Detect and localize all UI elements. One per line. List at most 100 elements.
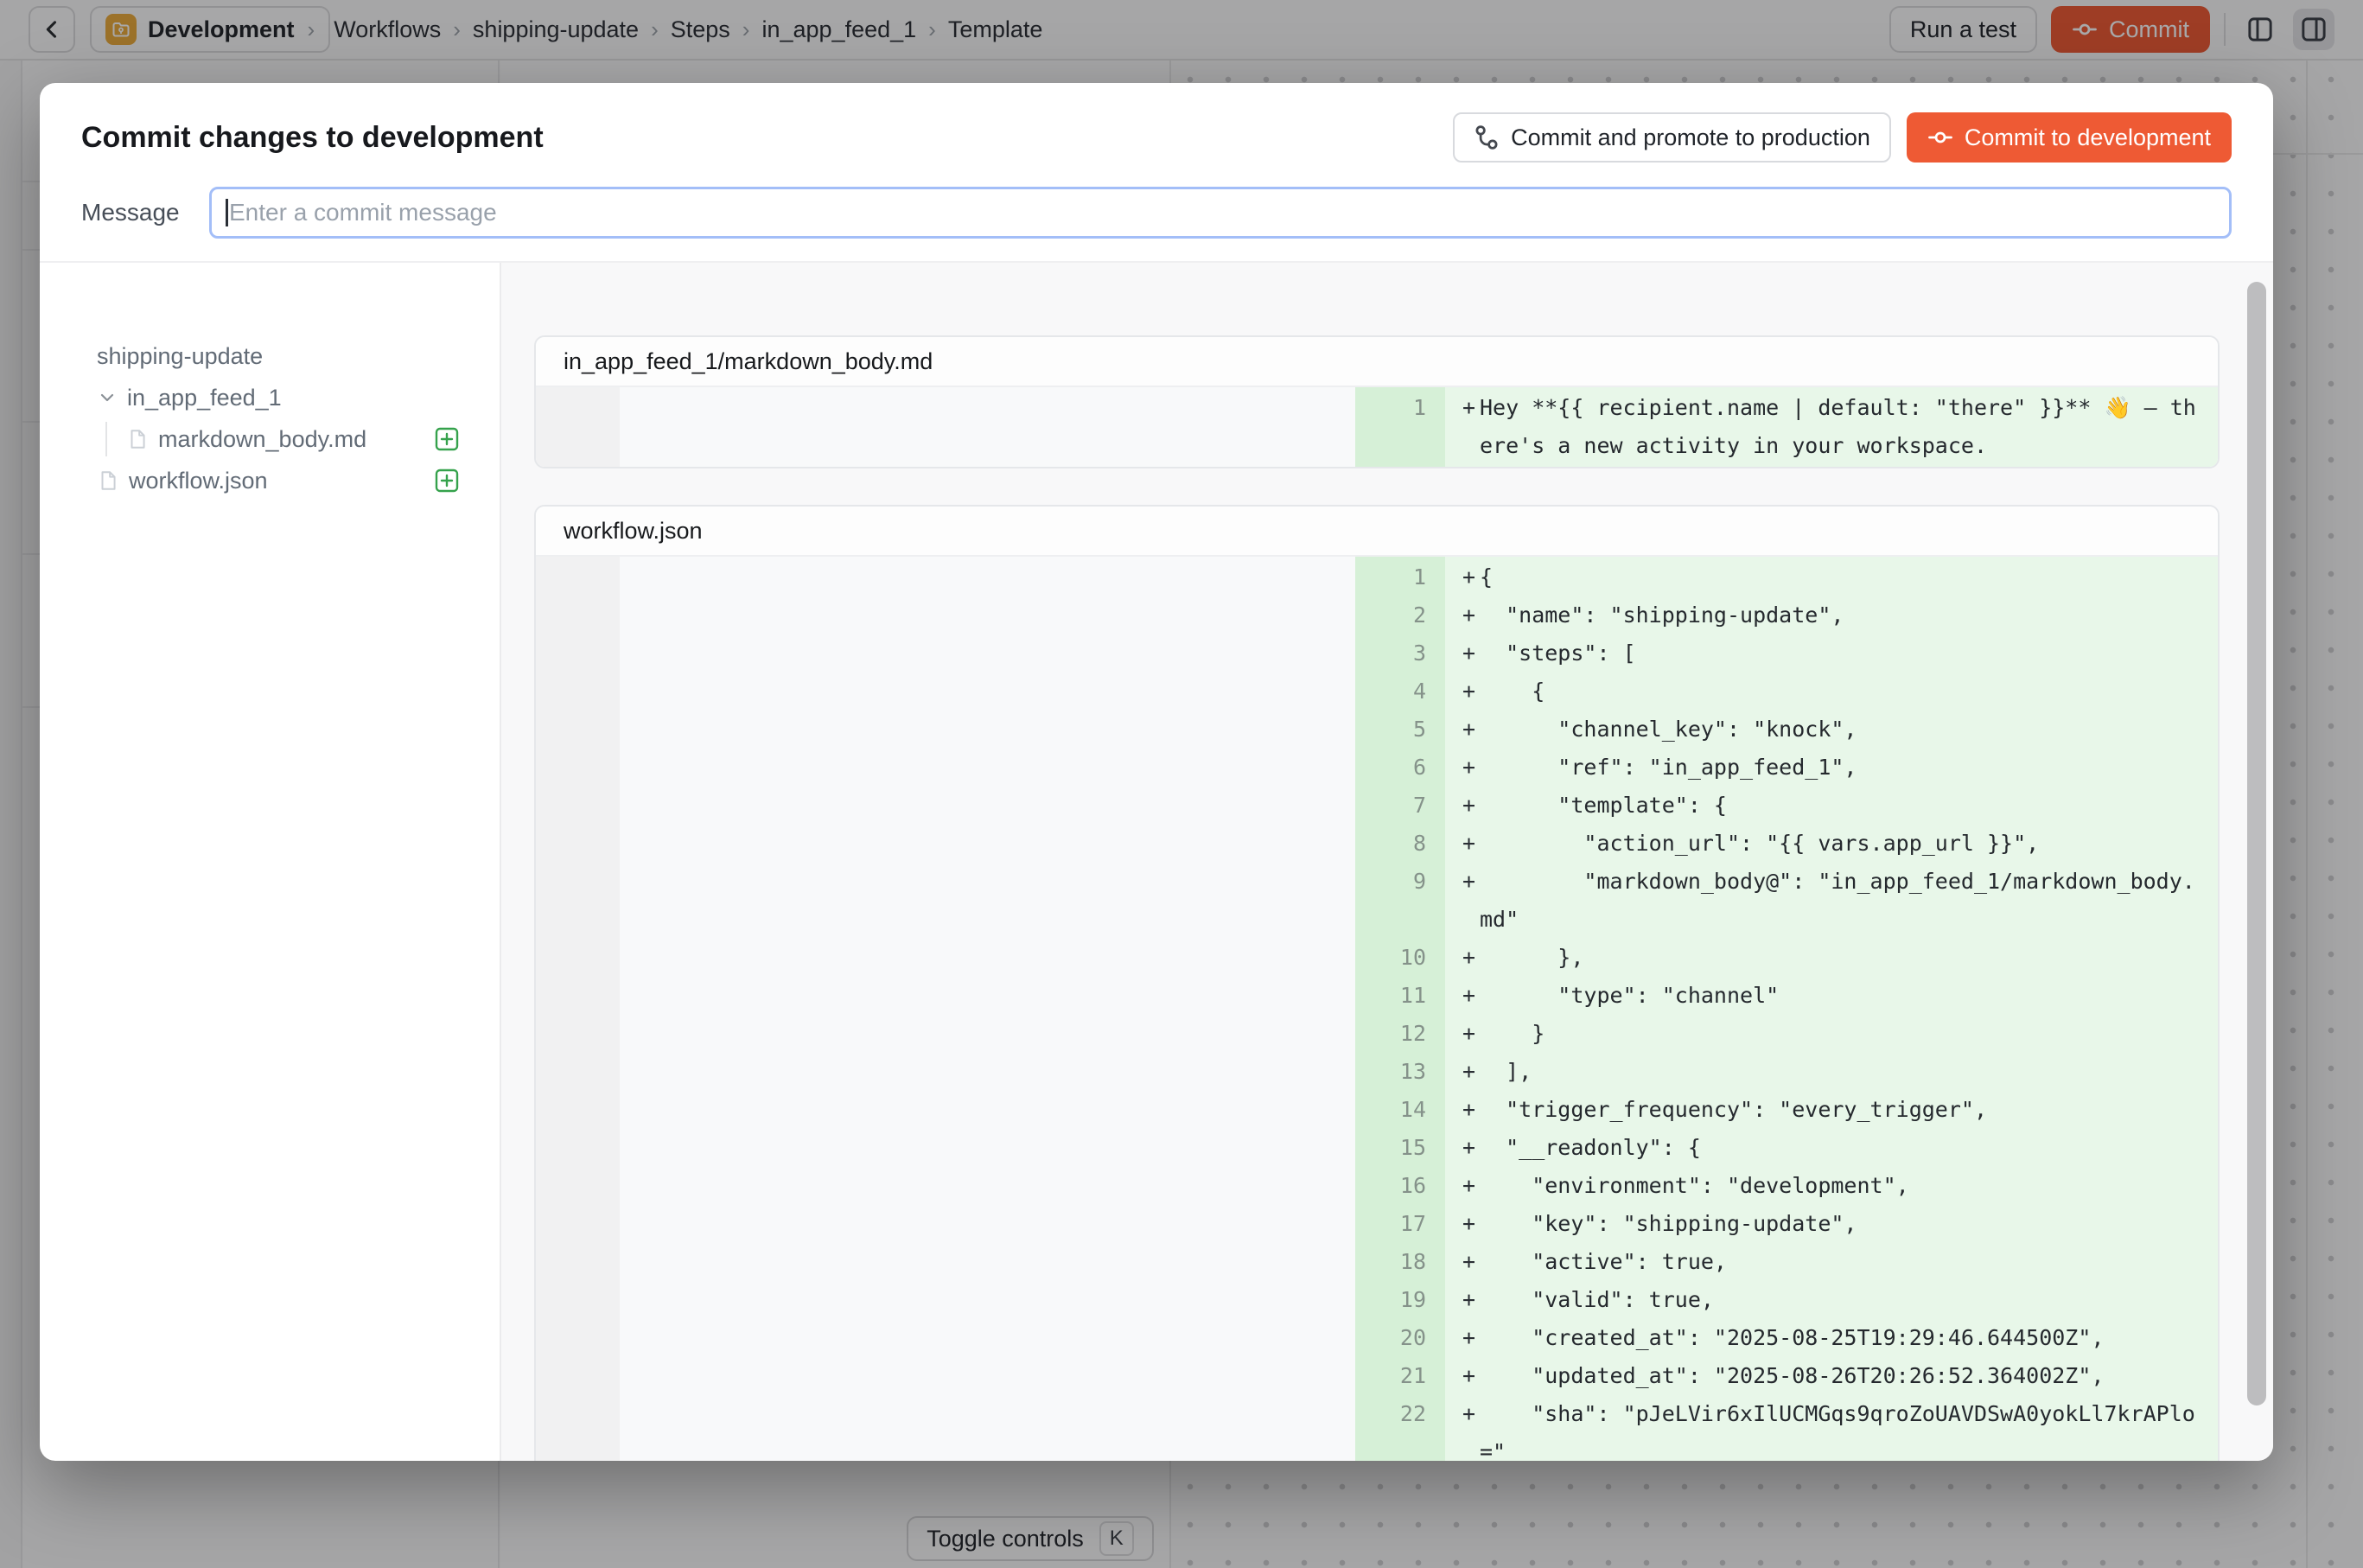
code-text: Hey **{{ recipient.name | default: "ther… <box>1480 389 2218 465</box>
chevron-down-icon <box>97 387 118 408</box>
diff-card-workflow-json: workflow.json 1+{2+ "name": "shipping-up… <box>534 505 2220 1461</box>
added-file-badge[interactable] <box>434 468 460 494</box>
added-marker: + <box>1445 1167 1480 1205</box>
commit-dialog-body: shipping-update in_app_feed_1 markdown_b… <box>40 263 2273 1461</box>
diff-added-line: 2+ "name": "shipping-update", <box>1355 596 2218 634</box>
code-text: { <box>1480 558 2218 596</box>
diff-added-line: 4+ { <box>1355 672 2218 711</box>
code-text: "trigger_frequency": "every_trigger", <box>1480 1091 2218 1129</box>
plus-square-icon <box>434 426 460 452</box>
diff-added-line: 10+ }, <box>1355 939 2218 977</box>
added-marker: + <box>1445 749 1480 787</box>
added-marker: + <box>1445 1319 1480 1357</box>
tree-item-workflow-root[interactable]: shipping-update <box>97 335 460 377</box>
tree-item-workflow-json[interactable]: workflow.json <box>97 460 460 501</box>
diff-added-line: 6+ "ref": "in_app_feed_1", <box>1355 749 2218 787</box>
diff-added-line: 13+ ], <box>1355 1053 2218 1091</box>
diff-added-column: 1+{2+ "name": "shipping-update",3+ "step… <box>1355 557 2218 1461</box>
message-label: Message <box>81 199 209 226</box>
added-marker: + <box>1445 634 1480 672</box>
line-number: 9 <box>1355 863 1445 939</box>
changed-files-tree: shipping-update in_app_feed_1 markdown_b… <box>40 263 500 1461</box>
diff-old-column <box>536 557 1355 1461</box>
diff-added-line: 18+ "active": true, <box>1355 1243 2218 1281</box>
diff-added-line: 1+Hey **{{ recipient.name | default: "th… <box>1355 389 2218 465</box>
diff-added-line: 21+ "updated_at": "2025-08-26T20:26:52.3… <box>1355 1357 2218 1395</box>
diff-added-line: 22+ "sha": "pJeLVir6xIlUCMGqs9qroZoUAVDS… <box>1355 1395 2218 1461</box>
diff-old-column <box>536 387 1355 467</box>
diff-added-line: 15+ "__readonly": { <box>1355 1129 2218 1167</box>
tree-item-markdown-file[interactable]: markdown_body.md <box>97 418 460 460</box>
added-marker: + <box>1445 389 1480 465</box>
line-number: 18 <box>1355 1243 1445 1281</box>
added-marker: + <box>1445 711 1480 749</box>
diff-pane: in_app_feed_1/markdown_body.md 1+Hey **{… <box>501 263 2273 1461</box>
code-text: "channel_key": "knock", <box>1480 711 2218 749</box>
code-text: ], <box>1480 1053 2218 1091</box>
diff-card-markdown: in_app_feed_1/markdown_body.md 1+Hey **{… <box>534 335 2220 468</box>
dialog-title: Commit changes to development <box>81 121 544 155</box>
line-number: 2 <box>1355 596 1445 634</box>
line-number: 19 <box>1355 1281 1445 1319</box>
commit-dialog-header: Commit changes to development Commit and… <box>40 83 2273 261</box>
code-text: } <box>1480 1015 2218 1053</box>
added-marker: + <box>1445 825 1480 863</box>
code-text: "type": "channel" <box>1480 977 2218 1015</box>
line-number: 15 <box>1355 1129 1445 1167</box>
added-marker: + <box>1445 1205 1480 1243</box>
diff-added-line: 8+ "action_url": "{{ vars.app_url }}", <box>1355 825 2218 863</box>
added-marker: + <box>1445 863 1480 939</box>
plus-square-icon <box>434 468 460 494</box>
line-number: 3 <box>1355 634 1445 672</box>
code-text: "valid": true, <box>1480 1281 2218 1319</box>
line-number: 6 <box>1355 749 1445 787</box>
added-marker: + <box>1445 1281 1480 1319</box>
line-number: 11 <box>1355 977 1445 1015</box>
tree-item-step-folder[interactable]: in_app_feed_1 <box>97 377 460 418</box>
text-caret <box>226 199 228 226</box>
diff-added-line: 3+ "steps": [ <box>1355 634 2218 672</box>
line-number: 10 <box>1355 939 1445 977</box>
promote-icon <box>1474 124 1500 150</box>
added-marker: + <box>1445 672 1480 711</box>
code-text: "steps": [ <box>1480 634 2218 672</box>
added-marker: + <box>1445 596 1480 634</box>
line-number: 14 <box>1355 1091 1445 1129</box>
added-marker: + <box>1445 1129 1480 1167</box>
diff-added-line: 12+ } <box>1355 1015 2218 1053</box>
line-number: 17 <box>1355 1205 1445 1243</box>
scrollbar-thumb[interactable] <box>2247 282 2266 1405</box>
added-marker: + <box>1445 977 1480 1015</box>
added-file-badge[interactable] <box>434 426 460 452</box>
code-text: "key": "shipping-update", <box>1480 1205 2218 1243</box>
added-marker: + <box>1445 1015 1480 1053</box>
line-number: 8 <box>1355 825 1445 863</box>
code-text: "environment": "development", <box>1480 1167 2218 1205</box>
file-icon <box>126 428 149 450</box>
line-number: 1 <box>1355 389 1445 465</box>
added-marker: + <box>1445 558 1480 596</box>
diff-added-line: 17+ "key": "shipping-update", <box>1355 1205 2218 1243</box>
code-text: { <box>1480 672 2218 711</box>
code-text: "name": "shipping-update", <box>1480 596 2218 634</box>
tree-guide-line <box>105 422 107 456</box>
code-text: "sha": "pJeLVir6xIlUCMGqs9qroZoUAVDSwA0y… <box>1480 1395 2218 1461</box>
line-number: 22 <box>1355 1395 1445 1461</box>
commit-and-promote-button[interactable]: Commit and promote to production <box>1453 112 1891 163</box>
code-text: "markdown_body@": "in_app_feed_1/markdow… <box>1480 863 2218 939</box>
added-marker: + <box>1445 1091 1480 1129</box>
added-marker: + <box>1445 939 1480 977</box>
line-number: 5 <box>1355 711 1445 749</box>
diff-added-line: 11+ "type": "channel" <box>1355 977 2218 1015</box>
line-number: 21 <box>1355 1357 1445 1395</box>
commit-to-development-button[interactable]: Commit to development <box>1907 112 2232 163</box>
diff-added-line: 20+ "created_at": "2025-08-25T19:29:46.6… <box>1355 1319 2218 1357</box>
diff-added-line: 16+ "environment": "development", <box>1355 1167 2218 1205</box>
code-text: }, <box>1480 939 2218 977</box>
file-icon <box>97 469 119 492</box>
diff-file-name: in_app_feed_1/markdown_body.md <box>536 337 2218 387</box>
commit-message-input[interactable] <box>209 187 2232 239</box>
diff-added-line: 1+{ <box>1355 558 2218 596</box>
commit-dialog: Commit changes to development Commit and… <box>40 83 2273 1461</box>
line-number: 13 <box>1355 1053 1445 1091</box>
